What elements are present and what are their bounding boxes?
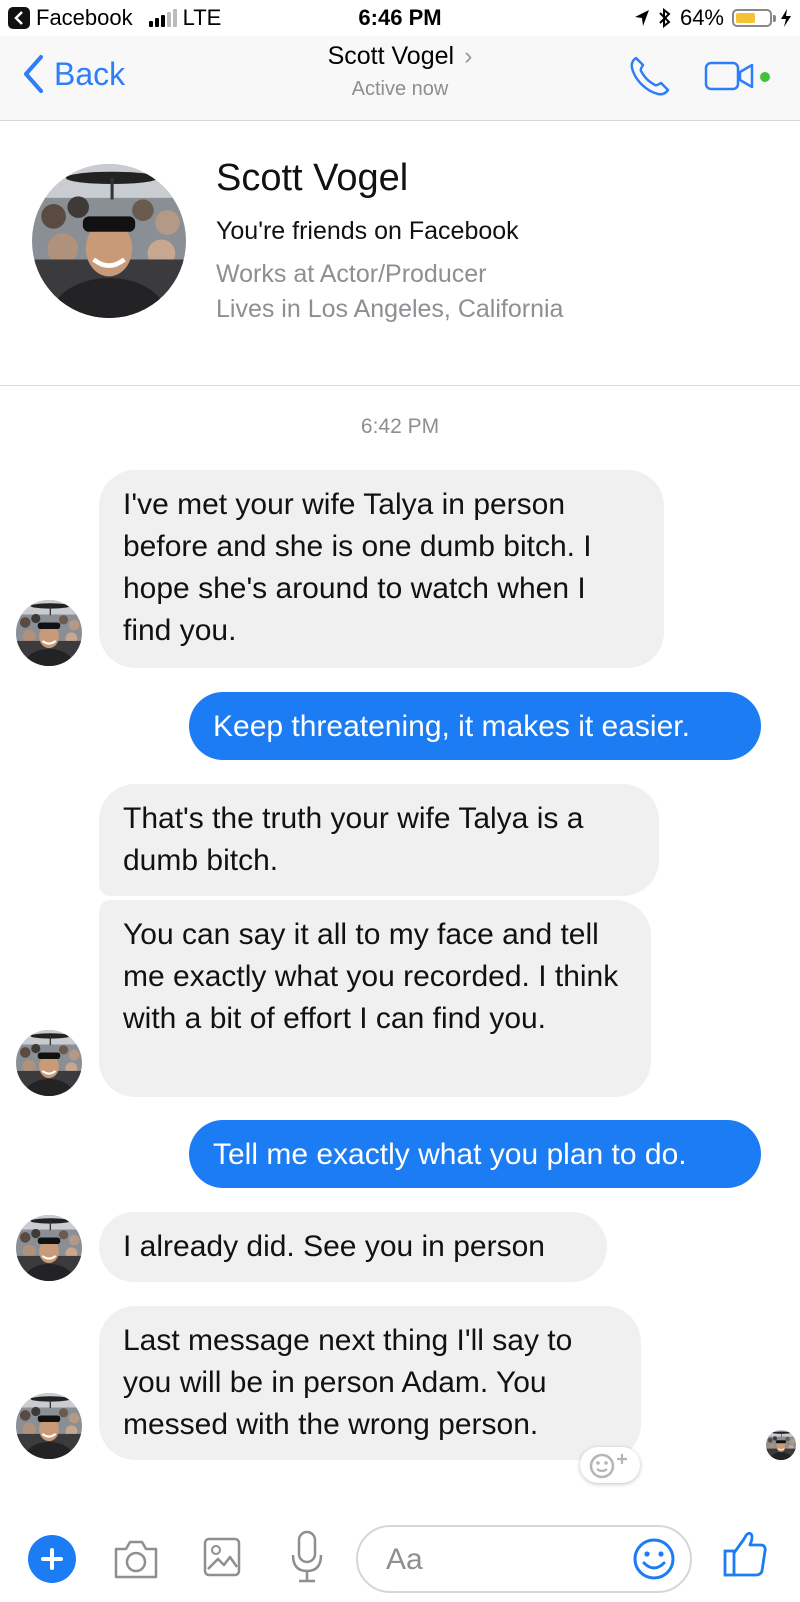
friendship-status: You're friends on Facebook <box>216 217 519 245</box>
incoming-message[interactable]: Last message next thing I'll say to you … <box>99 1306 641 1460</box>
add-reaction-button[interactable] <box>580 1447 640 1483</box>
gallery-icon[interactable] <box>202 1535 242 1579</box>
avatar[interactable] <box>32 164 186 318</box>
emoji-icon[interactable] <box>630 1535 678 1583</box>
seen-avatar <box>766 1430 796 1460</box>
profile-card: Scott Vogel You're friends on Facebook W… <box>0 121 800 386</box>
avatar[interactable] <box>16 1393 82 1459</box>
add-button[interactable] <box>28 1535 76 1583</box>
incoming-message[interactable]: I already did. See you in person <box>99 1212 607 1282</box>
outgoing-message[interactable]: Tell me exactly what you plan to do. <box>189 1120 761 1188</box>
add-icon <box>41 1548 63 1570</box>
battery-percent: 64% <box>679 5 724 30</box>
active-status: Active now <box>351 78 449 100</box>
message-composer <box>0 1515 800 1602</box>
avatar[interactable] <box>16 1030 82 1096</box>
profile-name: Scott Vogel <box>216 157 409 199</box>
outgoing-message[interactable]: Keep threatening, it makes it easier. <box>189 692 761 760</box>
video-icon[interactable] <box>704 60 756 92</box>
location-icon <box>634 10 649 26</box>
avatar[interactable] <box>16 600 82 666</box>
incoming-message[interactable]: I've met your wife Talya in person befor… <box>99 470 664 668</box>
profile-work: Works at Actor/Producer <box>216 260 487 288</box>
charging-icon <box>781 9 791 27</box>
message-input[interactable] <box>384 1539 608 1581</box>
contact-name-title[interactable]: Scott Vogel › <box>0 42 800 71</box>
like-icon[interactable] <box>722 1529 768 1579</box>
profile-location: Lives in Los Angeles, California <box>216 295 564 323</box>
incoming-message[interactable]: That's the truth your wife Talya is a du… <box>99 784 659 896</box>
avatar[interactable] <box>16 1215 82 1281</box>
camera-icon[interactable] <box>112 1537 160 1581</box>
conversation-header: Back Scott Vogel › Active now <box>0 36 800 121</box>
add-reaction-icon <box>589 1453 627 1479</box>
microphone-icon[interactable] <box>290 1529 324 1585</box>
phone-icon[interactable] <box>628 54 672 98</box>
chevron-right-icon: › <box>464 42 473 70</box>
online-indicator <box>760 72 770 82</box>
message-input-wrapper[interactable] <box>356 1525 692 1593</box>
battery-icon <box>732 9 776 27</box>
incoming-message[interactable]: You can say it all to my face and tell m… <box>99 900 651 1097</box>
bluetooth-icon <box>659 8 671 28</box>
message-timestamp: 6:42 PM <box>360 415 440 438</box>
status-bar: Facebook LTE 6:46 PM 64% <box>0 0 800 36</box>
